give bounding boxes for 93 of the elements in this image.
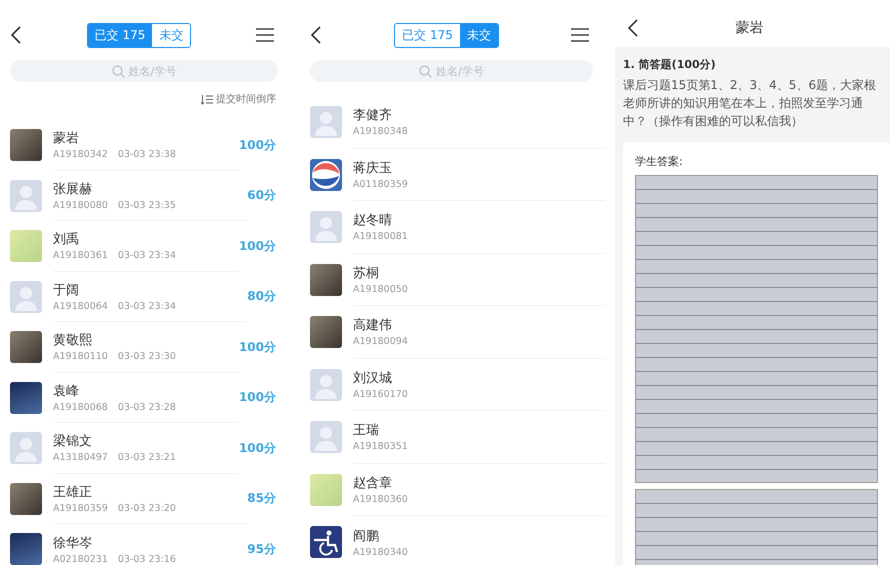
- score: 100分: [238, 389, 276, 406]
- photo-avatar: [10, 129, 42, 162]
- student-name: 苏桐: [353, 264, 379, 282]
- sort-icon[interactable]: [201, 94, 213, 104]
- score: 100分: [238, 238, 276, 255]
- default-avatar-icon: [310, 421, 342, 454]
- submit-time: 03-03 23:20: [118, 502, 176, 514]
- student-id: A19180359: [53, 502, 108, 514]
- student-id: A19180081: [353, 231, 408, 242]
- submit-time: 03-03 23:28: [118, 402, 176, 413]
- score: 100分: [238, 440, 276, 457]
- menu-icon[interactable]: [256, 28, 274, 42]
- score: 95分: [247, 540, 276, 558]
- student-id: A19180340: [353, 546, 408, 558]
- submit-time: 03-03 23:34: [118, 250, 176, 262]
- student-name: 张展赫: [53, 180, 92, 198]
- submit-time: 03-03 23:30: [118, 351, 176, 362]
- default-avatar-icon: [10, 432, 42, 464]
- photo-avatar: [310, 474, 342, 506]
- student-name: 于阔: [53, 282, 79, 299]
- photo-avatar: [10, 331, 42, 364]
- student-id: A19180360: [353, 494, 408, 505]
- student-id: A19180342: [53, 149, 108, 160]
- filter-tab[interactable]: 已交 175: [88, 24, 152, 46]
- wheelchair-avatar-icon: [310, 526, 342, 558]
- student-name: 袁峰: [53, 382, 79, 400]
- student-name: 刘汉城: [353, 370, 392, 387]
- default-avatar-icon: [310, 106, 342, 138]
- submit-time: 03-03 23:34: [118, 300, 176, 312]
- student-id: A19180361: [53, 250, 108, 262]
- photo-avatar: [310, 264, 342, 296]
- photo-avatar: [10, 482, 42, 515]
- default-avatar-icon: [10, 180, 42, 212]
- student-id: A19180110: [53, 351, 108, 362]
- default-avatar-icon: [10, 280, 42, 313]
- score: 85分: [247, 490, 276, 508]
- question-text: 课后习题15页第1、2、3、4、5、6题，大家根: [623, 77, 878, 94]
- submit-time: 03-03 23:38: [118, 149, 176, 160]
- student-id: A01180359: [353, 178, 408, 190]
- photo-avatar: [10, 533, 42, 565]
- student-name: 赵冬晴: [353, 212, 392, 230]
- question-title: 1. 简答题(100分): [623, 57, 717, 72]
- submit-time: 03-03 23:21: [118, 452, 176, 464]
- page-title: 蒙岩: [734, 19, 764, 37]
- student-name: 阎鹏: [353, 528, 379, 545]
- sort-button[interactable]: 提交时间倒序: [201, 92, 276, 106]
- search-field[interactable]: 姓名/学号: [10, 60, 278, 82]
- search-icon: [112, 64, 125, 78]
- student-id: A19180050: [353, 284, 408, 295]
- score: 100分: [238, 136, 276, 154]
- filter-tab[interactable]: 未交: [460, 24, 498, 46]
- student-name: 王瑞: [353, 422, 379, 440]
- search-placeholder: 姓名/学号: [128, 64, 176, 78]
- student-name: 梁锦文: [53, 433, 92, 450]
- submit-time: 03-03 23:16: [118, 554, 176, 565]
- default-avatar-icon: [310, 211, 342, 244]
- logo-avatar-icon: [310, 158, 342, 191]
- score: 60分: [247, 187, 276, 204]
- student-name: 蒋庆玉: [353, 160, 392, 177]
- question-text: 老师所讲的知识用笔在本上，拍照发至学习通: [623, 95, 864, 112]
- menu-icon[interactable]: [571, 28, 589, 42]
- student-id: A19180348: [353, 126, 408, 138]
- submit-time: 03-03 23:35: [118, 200, 176, 211]
- back-icon[interactable]: [627, 19, 639, 37]
- search-field[interactable]: 姓名/学号: [310, 60, 593, 82]
- back-icon[interactable]: [310, 26, 322, 44]
- student-name: 徐华岑: [53, 534, 92, 552]
- student-name: 李健齐: [353, 107, 392, 124]
- student-name: 刘禹: [53, 231, 79, 248]
- student-id: A19180064: [53, 300, 108, 312]
- student-name: 黄敬熙: [53, 332, 92, 350]
- student-name: 王雄正: [53, 484, 92, 501]
- student-name: 赵含章: [353, 474, 392, 492]
- answer-label: 学生答案:: [635, 154, 684, 169]
- student-id: A19180351: [353, 441, 408, 452]
- student-id: A13180497: [53, 452, 108, 464]
- score: 80分: [247, 288, 276, 306]
- student-id: A19180080: [53, 200, 108, 211]
- photo-avatar: [10, 382, 42, 414]
- photo-avatar: [10, 230, 42, 262]
- student-name: 高建伟: [353, 317, 392, 334]
- back-icon[interactable]: [10, 26, 22, 44]
- student-id: A19160170: [353, 388, 408, 400]
- student-id: A02180231: [53, 554, 108, 565]
- student-id: A19180094: [353, 336, 408, 348]
- search-placeholder: 姓名/学号: [436, 64, 484, 78]
- student-name: 蒙岩: [53, 130, 79, 148]
- photo-avatar: [310, 316, 342, 348]
- default-avatar-icon: [310, 368, 342, 401]
- score: 100分: [238, 338, 276, 356]
- search-icon: [419, 64, 432, 78]
- student-id: A19180068: [53, 402, 108, 413]
- question-text: 中？（操作有困难的可以私信我）: [623, 113, 804, 130]
